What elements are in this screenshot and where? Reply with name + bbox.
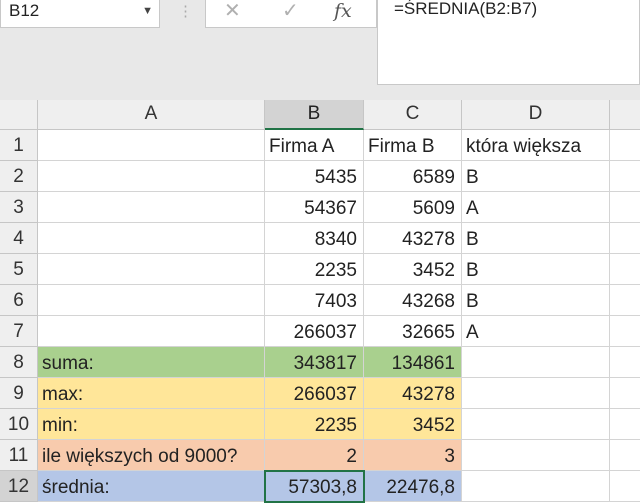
cell-b6[interactable]: 7403 [265, 285, 364, 316]
cell-d10[interactable] [462, 409, 610, 440]
cell-a6[interactable] [38, 285, 265, 316]
cell-a11[interactable]: ile większych od 9000? [38, 440, 265, 471]
cell-a5[interactable] [38, 254, 265, 285]
cell-c11[interactable]: 3 [364, 440, 462, 471]
cell-d11[interactable] [462, 440, 610, 471]
formula-bar-area: B12 ▼ ⋮ ✕ ✓ fx =ŚREDNIA(B2:B7) [0, 0, 640, 100]
cell-c3[interactable]: 5609 [364, 192, 462, 223]
select-all-corner[interactable] [0, 100, 38, 130]
cell-d3[interactable]: A [462, 192, 610, 223]
cell-b2[interactable]: 5435 [265, 161, 364, 192]
cell-e2[interactable] [610, 161, 640, 192]
column-header-e[interactable] [610, 100, 640, 130]
row-header-8[interactable]: 8 [0, 347, 38, 378]
cell-d8[interactable] [462, 347, 610, 378]
column-header-b[interactable]: B [265, 100, 364, 130]
cell-a10[interactable]: min: [38, 409, 265, 440]
cell-a2[interactable] [38, 161, 265, 192]
cell-c1[interactable]: Firma B [364, 130, 462, 161]
column-header-d[interactable]: D [462, 100, 610, 130]
cell-c2[interactable]: 6589 [364, 161, 462, 192]
cell-e10[interactable] [610, 409, 640, 440]
close-icon[interactable]: ✕ [224, 0, 241, 27]
cell-b7[interactable]: 266037 [265, 316, 364, 347]
cell-b4[interactable]: 8340 [265, 223, 364, 254]
cell-b12[interactable]: 57303,8 [265, 471, 364, 502]
row-header-3[interactable]: 3 [0, 192, 38, 223]
cell-a8[interactable]: suma: [38, 347, 265, 378]
cell-e7[interactable] [610, 316, 640, 347]
check-icon[interactable]: ✓ [282, 0, 299, 27]
cell-d9[interactable] [462, 378, 610, 409]
cell-a7[interactable] [38, 316, 265, 347]
cell-d6[interactable]: B [462, 285, 610, 316]
cell-c4[interactable]: 43278 [364, 223, 462, 254]
row-header-6[interactable]: 6 [0, 285, 38, 316]
row-header-10[interactable]: 10 [0, 409, 38, 440]
cell-e4[interactable] [610, 223, 640, 254]
row-header-5[interactable]: 5 [0, 254, 38, 285]
cell-b9[interactable]: 266037 [265, 378, 364, 409]
cell-a3[interactable] [38, 192, 265, 223]
cell-d5[interactable]: B [462, 254, 610, 285]
cell-e6[interactable] [610, 285, 640, 316]
row-header-7[interactable]: 7 [0, 316, 38, 347]
cell-e1[interactable] [610, 130, 640, 161]
cell-e3[interactable] [610, 192, 640, 223]
cell-e12[interactable] [610, 471, 640, 502]
cell-e8[interactable] [610, 347, 640, 378]
cell-c8[interactable]: 134861 [364, 347, 462, 378]
column-header-a[interactable]: A [38, 100, 265, 130]
spreadsheet-grid: A B C D 1 Firma A Firma Bktóra większa 2 543… [0, 100, 640, 503]
cell-c12[interactable]: 22476,8 [364, 471, 462, 502]
formula-bar-grip-icon: ⋮ [178, 3, 193, 20]
row-header-9[interactable]: 9 [0, 378, 38, 409]
cell-d2[interactable]: B [462, 161, 610, 192]
name-box-value: B12 [9, 1, 40, 20]
cell-a12[interactable]: średnia: [38, 471, 265, 502]
formula-bar-buttons: ✕ ✓ fx [205, 0, 377, 28]
cell-b11[interactable]: 2 [265, 440, 364, 471]
cell-b8[interactable]: 343817 [265, 347, 364, 378]
cell-e5[interactable] [610, 254, 640, 285]
row-header-4[interactable]: 4 [0, 223, 38, 254]
column-header-c[interactable]: C [364, 100, 462, 130]
cell-d1[interactable]: która większa [462, 130, 610, 161]
row-header-1[interactable]: 1 [0, 130, 38, 161]
row-header-12[interactable]: 12 [0, 471, 38, 502]
cell-d4[interactable]: B [462, 223, 610, 254]
cell-d12[interactable] [462, 471, 610, 502]
cell-a9[interactable]: max: [38, 378, 265, 409]
cell-c10[interactable]: 3452 [364, 409, 462, 440]
cell-c9[interactable]: 43278 [364, 378, 462, 409]
formula-input[interactable]: =ŚREDNIA(B2:B7) [377, 0, 640, 85]
cell-c7[interactable]: 32665 [364, 316, 462, 347]
cell-c6[interactable]: 43268 [364, 285, 462, 316]
chevron-down-icon[interactable]: ▼ [142, 0, 153, 27]
cell-b5[interactable]: 2235 [265, 254, 364, 285]
row-header-2[interactable]: 2 [0, 161, 38, 192]
name-box[interactable]: B12 ▼ [0, 0, 160, 28]
cell-b3[interactable]: 54367 [265, 192, 364, 223]
cell-e11[interactable] [610, 440, 640, 471]
cell-a4[interactable] [38, 223, 265, 254]
formula-text: =ŚREDNIA(B2:B7) [394, 0, 538, 18]
cell-b1[interactable]: Firma A [265, 130, 364, 161]
cell-b10[interactable]: 2235 [265, 409, 364, 440]
cell-a1[interactable] [38, 130, 265, 161]
fx-icon[interactable]: fx [334, 0, 352, 27]
cell-d7[interactable]: A [462, 316, 610, 347]
cell-c5[interactable]: 3452 [364, 254, 462, 285]
row-header-11[interactable]: 11 [0, 440, 38, 471]
cell-e9[interactable] [610, 378, 640, 409]
